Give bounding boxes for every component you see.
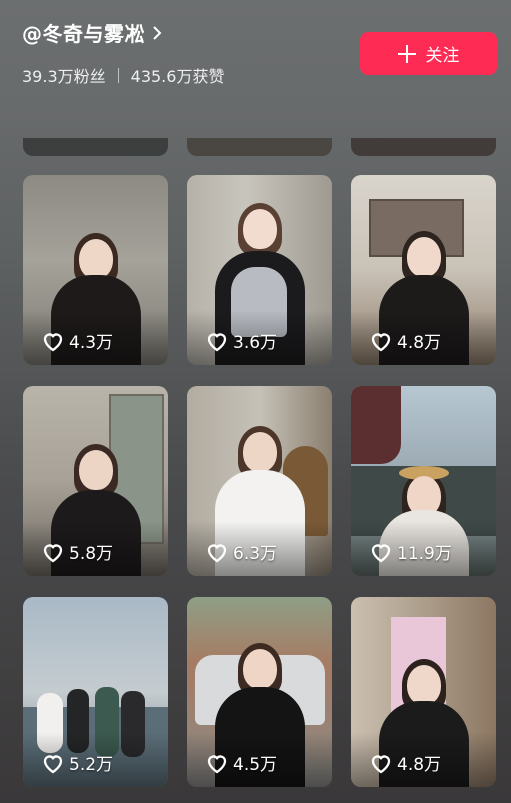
video-card-4[interactable]: 5.8万 xyxy=(23,386,168,576)
heart-outline-icon xyxy=(43,543,63,562)
like-count-text: 5.2万 xyxy=(69,755,114,775)
ship-hull xyxy=(351,386,401,464)
face-shape xyxy=(242,649,277,689)
like-count-text: 6.3万 xyxy=(233,544,278,564)
author-name-link[interactable]: @冬奇与雾凇 xyxy=(22,18,163,47)
like-count: 11.9万 xyxy=(369,539,452,564)
author-name: @冬奇与雾凇 xyxy=(22,22,145,46)
total-likes: 435.6万获赞 xyxy=(130,67,225,86)
like-count: 5.8万 xyxy=(41,539,113,564)
like-count: 4.8万 xyxy=(369,328,441,353)
face-shape xyxy=(406,237,441,277)
video-card-2[interactable]: 3.6万 xyxy=(187,175,332,365)
video-card-1[interactable]: 4.3万 xyxy=(23,175,168,365)
like-count-text: 4.8万 xyxy=(397,755,442,775)
like-count: 6.3万 xyxy=(205,539,277,564)
like-count-text: 4.5万 xyxy=(233,755,278,775)
like-count: 4.5万 xyxy=(205,750,277,775)
face-shape xyxy=(78,239,113,279)
like-count-text: 4.3万 xyxy=(69,333,114,353)
follower-count: 39.3万粉丝 xyxy=(22,67,106,86)
video-card-8[interactable]: 4.5万 xyxy=(187,597,332,787)
face-shape xyxy=(242,432,277,472)
video-card-3[interactable]: 4.8万 xyxy=(351,175,496,365)
follow-button[interactable]: 关注 xyxy=(360,32,497,75)
like-count: 3.6万 xyxy=(205,328,277,353)
partial-video-thumbnail[interactable] xyxy=(23,138,168,156)
video-card-7[interactable]: 5.2万 xyxy=(23,597,168,787)
heart-outline-icon xyxy=(371,754,391,773)
heart-outline-icon xyxy=(207,754,227,773)
face-shape xyxy=(406,665,441,705)
like-count-text: 11.9万 xyxy=(397,544,452,564)
video-card-5[interactable]: 6.3万 xyxy=(187,386,332,576)
like-count: 5.2万 xyxy=(41,750,113,775)
follow-label: 关注 xyxy=(425,46,460,66)
plus-icon xyxy=(397,44,416,63)
like-count-text: 3.6万 xyxy=(233,333,278,353)
heart-outline-icon xyxy=(371,543,391,562)
chevron-right-icon xyxy=(153,25,162,40)
face-shape xyxy=(78,450,113,490)
like-count-text: 5.8万 xyxy=(69,544,114,564)
partial-video-thumbnail[interactable] xyxy=(351,138,496,156)
heart-outline-icon xyxy=(207,332,227,351)
like-count: 4.3万 xyxy=(41,328,113,353)
like-count-text: 4.8万 xyxy=(397,333,442,353)
profile-header: @冬奇与雾凇 39.3万粉丝 435.6万获赞 关注 xyxy=(0,0,511,128)
video-card-9[interactable]: 4.8万 xyxy=(351,597,496,787)
heart-outline-icon xyxy=(371,332,391,351)
profile-stats: 39.3万粉丝 435.6万获赞 xyxy=(22,63,224,87)
heart-outline-icon xyxy=(43,332,63,351)
video-card-6[interactable]: 11.9万 xyxy=(351,386,496,576)
heart-outline-icon xyxy=(43,754,63,773)
stats-divider xyxy=(117,67,119,83)
face-shape xyxy=(242,209,277,249)
heart-outline-icon xyxy=(207,543,227,562)
partial-video-thumbnail[interactable] xyxy=(187,138,332,156)
like-count: 4.8万 xyxy=(369,750,441,775)
